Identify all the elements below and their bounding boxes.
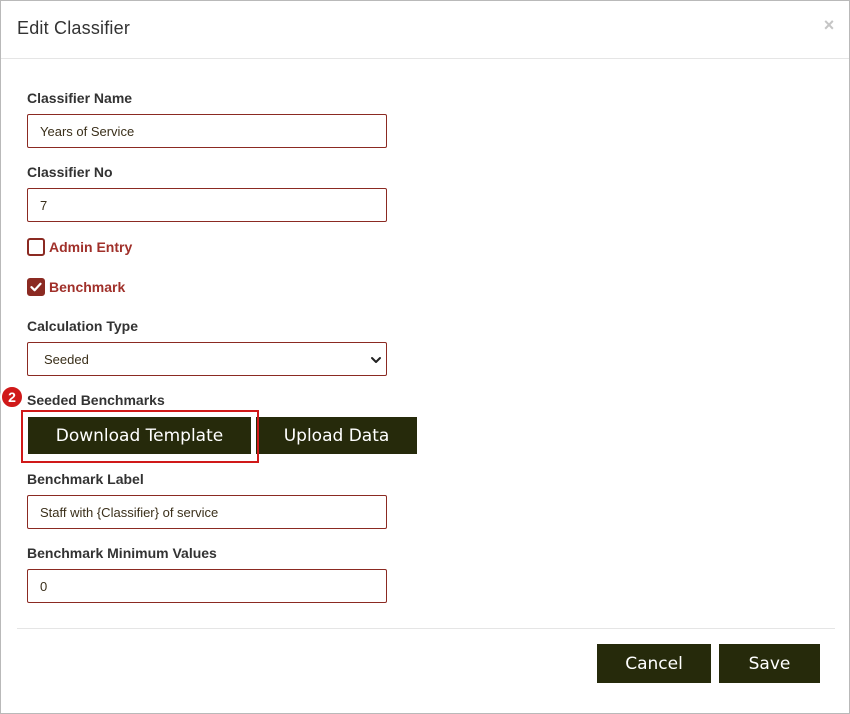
calculation-type-value: Seeded: [44, 352, 89, 367]
benchmark-label: Benchmark: [49, 279, 126, 295]
benchmark-checkbox-row[interactable]: Benchmark: [27, 277, 125, 297]
seeded-benchmarks-label: Seeded Benchmarks: [27, 392, 165, 408]
calculation-type-label: Calculation Type: [27, 318, 138, 334]
classifier-no-label: Classifier No: [27, 164, 113, 180]
close-button[interactable]: ×: [821, 15, 837, 35]
footer-divider: [17, 628, 835, 629]
check-icon: [30, 282, 42, 292]
classifier-no-input[interactable]: [27, 188, 387, 222]
benchmark-checkbox[interactable]: [27, 278, 45, 296]
admin-entry-checkbox-row[interactable]: Admin Entry: [27, 237, 132, 257]
benchmark-minimum-values-label: Benchmark Minimum Values: [27, 545, 217, 561]
classifier-name-input[interactable]: [27, 114, 387, 148]
admin-entry-label: Admin Entry: [49, 239, 133, 255]
benchmark-label-label: Benchmark Label: [27, 471, 144, 487]
benchmark-minimum-values-input[interactable]: [27, 569, 387, 603]
cancel-button[interactable]: Cancel: [597, 644, 711, 683]
calculation-type-select[interactable]: Seeded: [27, 342, 387, 376]
edit-classifier-dialog: Edit Classifier × Classifier Name Classi…: [0, 0, 850, 714]
save-button[interactable]: Save: [719, 644, 820, 683]
admin-entry-checkbox[interactable]: [27, 238, 45, 256]
upload-data-button[interactable]: Upload Data: [256, 417, 417, 454]
benchmark-label-input[interactable]: [27, 495, 387, 529]
dialog-header: Edit Classifier ×: [1, 1, 849, 59]
chevron-down-icon: [371, 357, 381, 363]
step-highlight-box: [21, 410, 259, 463]
classifier-name-label: Classifier Name: [27, 90, 133, 106]
dialog-title: Edit Classifier: [17, 18, 131, 38]
step-number-badge: 2: [0, 385, 24, 409]
